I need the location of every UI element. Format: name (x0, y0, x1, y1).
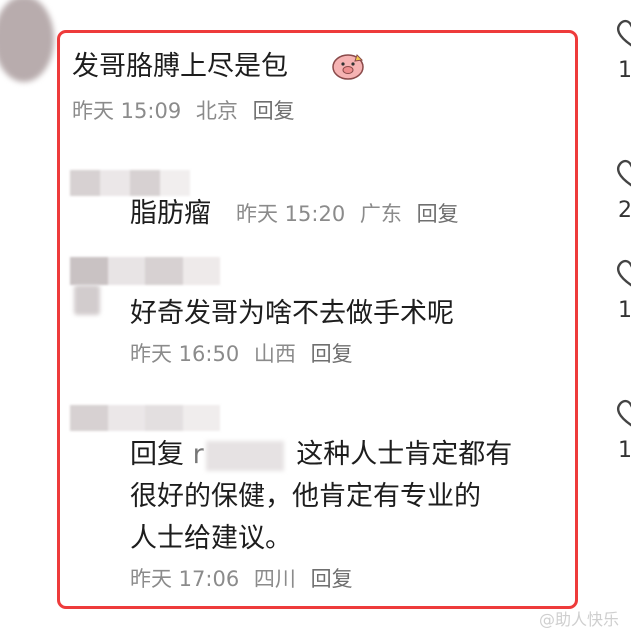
like-count: 1C (618, 58, 631, 83)
pig-sticker-icon (332, 54, 364, 80)
comment-text: 回复 r 这种人士肯定都有 (130, 437, 512, 473)
redacted-username: r (192, 439, 204, 470)
like-count: 1 (618, 298, 631, 323)
comment-line: 人士给建议。 (130, 523, 292, 554)
avatar[interactable] (70, 257, 220, 285)
comment-time: 昨天 15:09 (72, 99, 182, 123)
comment-line: 很好的保健，他肯定有专业的 (130, 481, 481, 512)
comment-line: 这种人士肯定都有 (296, 439, 513, 470)
avatar[interactable] (70, 405, 220, 431)
comment-text: 发哥胳膊上尽是包 (72, 51, 288, 82)
comment-time: 昨天 16:50 (130, 342, 240, 366)
watermark: @助人快乐 (538, 610, 619, 629)
commenter-avatar[interactable] (0, 0, 54, 82)
comment-meta: 昨天 15:09 北京 回复 (72, 97, 303, 125)
heart-icon[interactable] (614, 18, 631, 48)
heart-icon[interactable] (614, 258, 631, 288)
comment-location: 山西 (253, 342, 296, 366)
reply-button[interactable]: 回复 (311, 342, 353, 366)
avatar[interactable] (70, 170, 190, 196)
comment-location: 北京 (195, 99, 238, 123)
comment-meta: 昨天 15:20 广东 回复 (236, 200, 467, 228)
comment-text: 好奇发哥为啥不去做手术呢 (130, 298, 454, 329)
reply-button[interactable]: 回复 (311, 567, 353, 591)
comment-location: 广东 (359, 202, 402, 226)
comment-location: 四川 (253, 567, 296, 591)
like-count: 2 (618, 198, 631, 223)
heart-icon[interactable] (614, 398, 631, 428)
reply-button[interactable]: 回复 (253, 99, 295, 123)
comment-text: 脂肪瘤 (130, 198, 211, 229)
reply-prefix: 回复 (130, 439, 184, 470)
reply-button[interactable]: 回复 (417, 202, 459, 226)
comment-meta: 昨天 17:06 四川 回复 (130, 565, 361, 593)
comment-time: 昨天 15:20 (236, 202, 346, 226)
like-count: 1 (618, 438, 631, 463)
comment-time: 昨天 17:06 (130, 567, 240, 591)
heart-icon[interactable] (614, 158, 631, 188)
comment-meta: 昨天 16:50 山西 回复 (130, 340, 361, 368)
avatar (74, 285, 100, 315)
redacted-username (205, 440, 284, 471)
